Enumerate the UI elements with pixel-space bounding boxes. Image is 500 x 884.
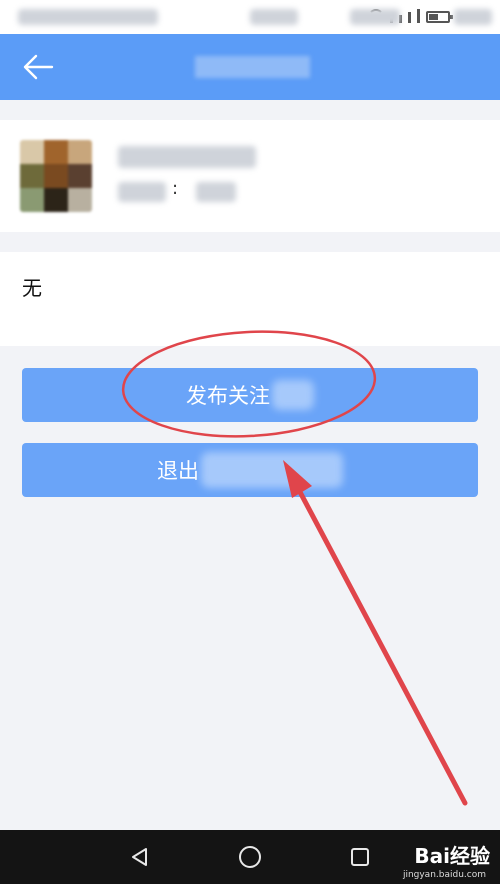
user-meta-label-blurred bbox=[118, 182, 166, 202]
status-bar bbox=[0, 0, 500, 34]
avatar-cell bbox=[44, 188, 68, 212]
follow-button-label: 发布关注 bbox=[186, 384, 270, 408]
avatar-cell bbox=[44, 164, 68, 188]
system-nav-bar: Bai经验 jingyan.baidu.com bbox=[0, 830, 500, 884]
description-card: 无 bbox=[0, 252, 500, 346]
user-name-blurred bbox=[118, 146, 256, 168]
user-meta-value-blurred bbox=[196, 182, 236, 202]
battery-level bbox=[429, 14, 438, 20]
system-back-button[interactable] bbox=[110, 830, 170, 884]
user-card[interactable]: : bbox=[0, 120, 500, 232]
follow-button[interactable]: 发布关注 bbox=[22, 368, 478, 422]
exit-button-label: 退出 bbox=[157, 459, 199, 483]
exit-button-label-blurred bbox=[201, 452, 343, 488]
system-home-button[interactable] bbox=[220, 830, 280, 884]
status-network-blurred bbox=[350, 9, 400, 25]
avatar[interactable] bbox=[20, 140, 92, 212]
avatar-cell bbox=[20, 188, 44, 212]
watermark-brand: Bai经验 bbox=[414, 844, 490, 868]
circle-home-icon bbox=[239, 846, 261, 868]
avatar-cell bbox=[68, 164, 92, 188]
page-title-blurred bbox=[195, 56, 310, 78]
status-battery-pct-blurred bbox=[454, 9, 492, 25]
avatar-cell bbox=[20, 140, 44, 164]
square-recent-icon bbox=[351, 848, 369, 866]
triangle-back-icon bbox=[132, 848, 147, 866]
signal-bar bbox=[417, 9, 420, 23]
exit-button[interactable]: 退出 bbox=[22, 443, 478, 497]
status-carrier-blurred bbox=[250, 9, 298, 25]
avatar-cell bbox=[68, 188, 92, 212]
system-recent-button[interactable] bbox=[330, 830, 390, 884]
arrow-left-icon bbox=[23, 54, 54, 80]
annotation-arrow-shaft bbox=[297, 489, 468, 806]
meta-separator: : bbox=[172, 178, 179, 199]
avatar-cell bbox=[44, 140, 68, 164]
battery-icon bbox=[426, 11, 453, 23]
nav-bar bbox=[0, 34, 500, 100]
watermark-url: jingyan.baidu.com bbox=[402, 870, 486, 880]
description-text: 无 bbox=[22, 276, 42, 300]
avatar-cell bbox=[20, 164, 44, 188]
avatar-cell bbox=[68, 140, 92, 164]
status-time-blurred bbox=[18, 9, 158, 25]
back-button[interactable] bbox=[22, 52, 54, 82]
follow-button-label-blurred bbox=[272, 380, 314, 410]
signal-bar bbox=[408, 12, 411, 23]
